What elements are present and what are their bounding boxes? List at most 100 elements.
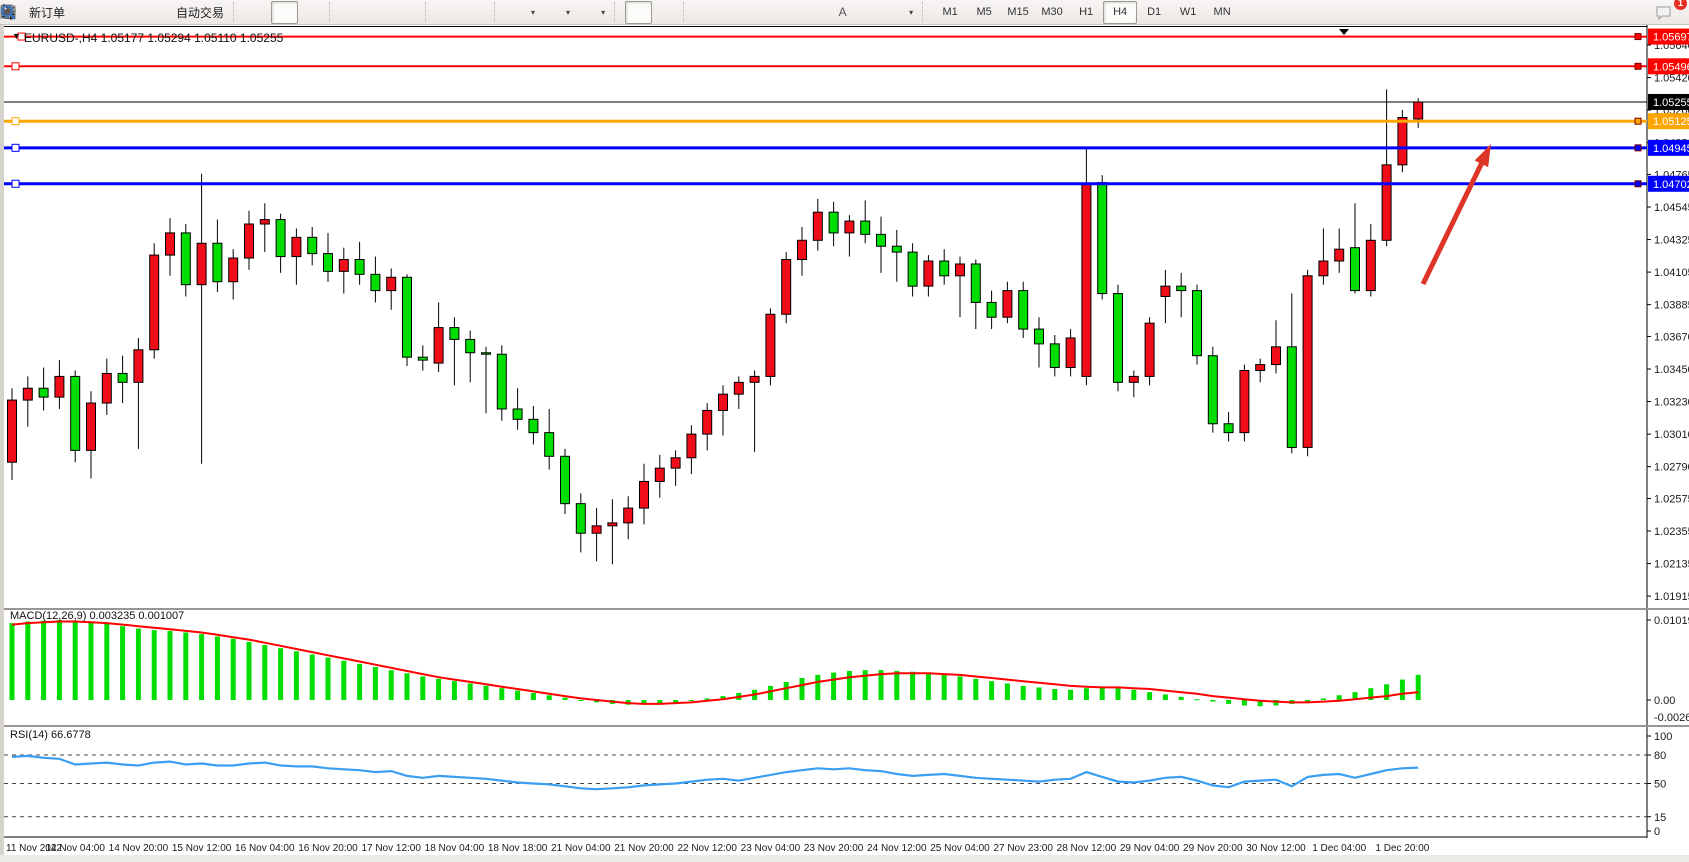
macd-bg[interactable] — [4, 610, 1689, 725]
candlestick-chart-button[interactable] — [271, 1, 298, 24]
timeframe-button-w1[interactable]: W1 — [1171, 1, 1205, 24]
search-icon — [1626, 4, 1643, 21]
date-tick-label: 23 Nov 04:00 — [741, 843, 801, 854]
fibonacci-icon: F — [807, 4, 824, 21]
zoom-in-icon — [345, 4, 362, 21]
candle-body — [1382, 165, 1391, 240]
chat-bubble-icon — [1659, 4, 1676, 21]
candle-body — [418, 357, 427, 360]
dropdown-caret-icon: ▾ — [566, 8, 570, 17]
candle[interactable] — [1114, 285, 1123, 392]
candle[interactable] — [1303, 270, 1312, 456]
macd-histogram-bar — [847, 671, 852, 700]
line-handle[interactable] — [12, 180, 19, 187]
zoom-out-button[interactable] — [367, 1, 394, 24]
chart-bg[interactable] — [4, 25, 1689, 608]
candle[interactable] — [403, 274, 412, 366]
macd-histogram-bar — [41, 621, 46, 700]
candle-body — [23, 388, 32, 400]
candle-body — [1351, 248, 1360, 291]
zoom-in-button[interactable] — [340, 1, 367, 24]
horizontal-line-tool-button[interactable] — [721, 1, 748, 24]
metaeditor-button[interactable] — [70, 1, 97, 24]
search-button[interactable] — [1621, 1, 1648, 24]
line-handle[interactable] — [1635, 145, 1641, 151]
timeframe-button-m5[interactable]: M5 — [967, 1, 1001, 24]
rsi-bg[interactable] — [4, 727, 1689, 838]
timeframe-button-m15[interactable]: M15 — [1001, 1, 1035, 24]
date-tick-label: 16 Nov 20:00 — [298, 843, 358, 854]
auto-trading-button[interactable]: 自动交易 — [151, 1, 229, 24]
candle-body — [245, 224, 254, 258]
macd-histogram-bar — [389, 670, 394, 700]
timeframe-group: M1M5M15M30H1H4D1W1MN — [933, 1, 1239, 24]
community-button[interactable] — [97, 1, 124, 24]
candle[interactable] — [150, 243, 159, 358]
candle-body — [276, 220, 285, 257]
timeframe-button-mn[interactable]: MN — [1205, 1, 1239, 24]
macd-histogram-bar — [531, 693, 536, 700]
new-order-label: 新订单 — [29, 4, 65, 21]
line-handle[interactable] — [1635, 34, 1641, 40]
candle-body — [1208, 356, 1217, 424]
timeframe-button-m30[interactable]: M30 — [1035, 1, 1069, 24]
timeframe-button-h4[interactable]: H4 — [1103, 1, 1137, 24]
candle-body — [87, 403, 96, 450]
timeframe-button-m1[interactable]: M1 — [933, 1, 967, 24]
signals-button[interactable] — [124, 1, 151, 24]
candle-body — [39, 388, 48, 397]
arrows-tool-button[interactable]: ▾ — [883, 1, 918, 24]
date-tick-label: 28 Nov 12:00 — [1057, 843, 1117, 854]
price-level-badge-label: 1.05697 — [1653, 32, 1689, 44]
trendline-tool-button[interactable] — [748, 1, 775, 24]
line-handle[interactable] — [1635, 181, 1641, 187]
cursor-tool-button[interactable] — [625, 1, 652, 24]
text-tool-button[interactable]: A — [829, 1, 856, 24]
candle[interactable] — [1208, 347, 1217, 433]
line-handle[interactable] — [12, 118, 19, 125]
candle[interactable] — [766, 308, 775, 385]
macd-histogram-bar — [262, 645, 267, 700]
line-handle[interactable] — [1635, 63, 1641, 69]
candle[interactable] — [1019, 282, 1028, 338]
tile-windows-button[interactable] — [394, 1, 421, 24]
candle[interactable] — [1193, 285, 1202, 365]
candle[interactable] — [1240, 365, 1249, 442]
macd-histogram-bar — [152, 630, 157, 700]
crosshair-tool-button[interactable] — [652, 1, 679, 24]
line-handle[interactable] — [12, 63, 19, 70]
rsi-tick-label: 80 — [1654, 750, 1666, 762]
rsi-tick-label: 100 — [1654, 731, 1672, 743]
auto-scroll-button[interactable] — [436, 1, 463, 24]
candle[interactable] — [782, 252, 791, 323]
line-handle[interactable] — [1635, 118, 1641, 124]
indicators-button[interactable]: ▾ — [505, 1, 540, 24]
rsi-pane[interactable]: 1008050150 — [4, 727, 1689, 838]
macd-pane[interactable]: 0.0101910.00-0.002642 — [4, 610, 1689, 725]
candle-body — [197, 243, 206, 284]
bar-chart-button[interactable] — [244, 1, 271, 24]
timeframe-button-h1[interactable]: H1 — [1069, 1, 1103, 24]
notifications-button[interactable]: 1 — [1654, 1, 1681, 24]
macd-histogram-bar — [73, 621, 78, 700]
text-label-tool-button[interactable]: T — [856, 1, 883, 24]
periods-button[interactable]: ▾ — [540, 1, 575, 24]
candle-body — [213, 243, 222, 281]
metaeditor-icon — [75, 4, 92, 21]
toolbar-separator — [922, 2, 930, 22]
line-handle[interactable] — [12, 144, 19, 151]
vertical-line-tool-button[interactable] — [694, 1, 721, 24]
fibonacci-tool-button[interactable]: F — [802, 1, 829, 24]
timeframe-button-d1[interactable]: D1 — [1137, 1, 1171, 24]
candle[interactable] — [1398, 110, 1407, 172]
candle[interactable] — [71, 370, 80, 462]
macd-histogram-bar — [563, 698, 568, 700]
line-chart-button[interactable] — [298, 1, 325, 24]
chart-shift-button[interactable] — [463, 1, 490, 24]
main-price-pane[interactable]: 1.056401.054201.052001.049801.047651.045… — [4, 25, 1689, 608]
macd-histogram-bar — [1037, 687, 1042, 700]
channel-tool-button[interactable]: E — [775, 1, 802, 24]
candle[interactable] — [1098, 175, 1107, 299]
candle[interactable] — [1145, 317, 1154, 385]
templates-button[interactable]: ▾ — [575, 1, 610, 24]
